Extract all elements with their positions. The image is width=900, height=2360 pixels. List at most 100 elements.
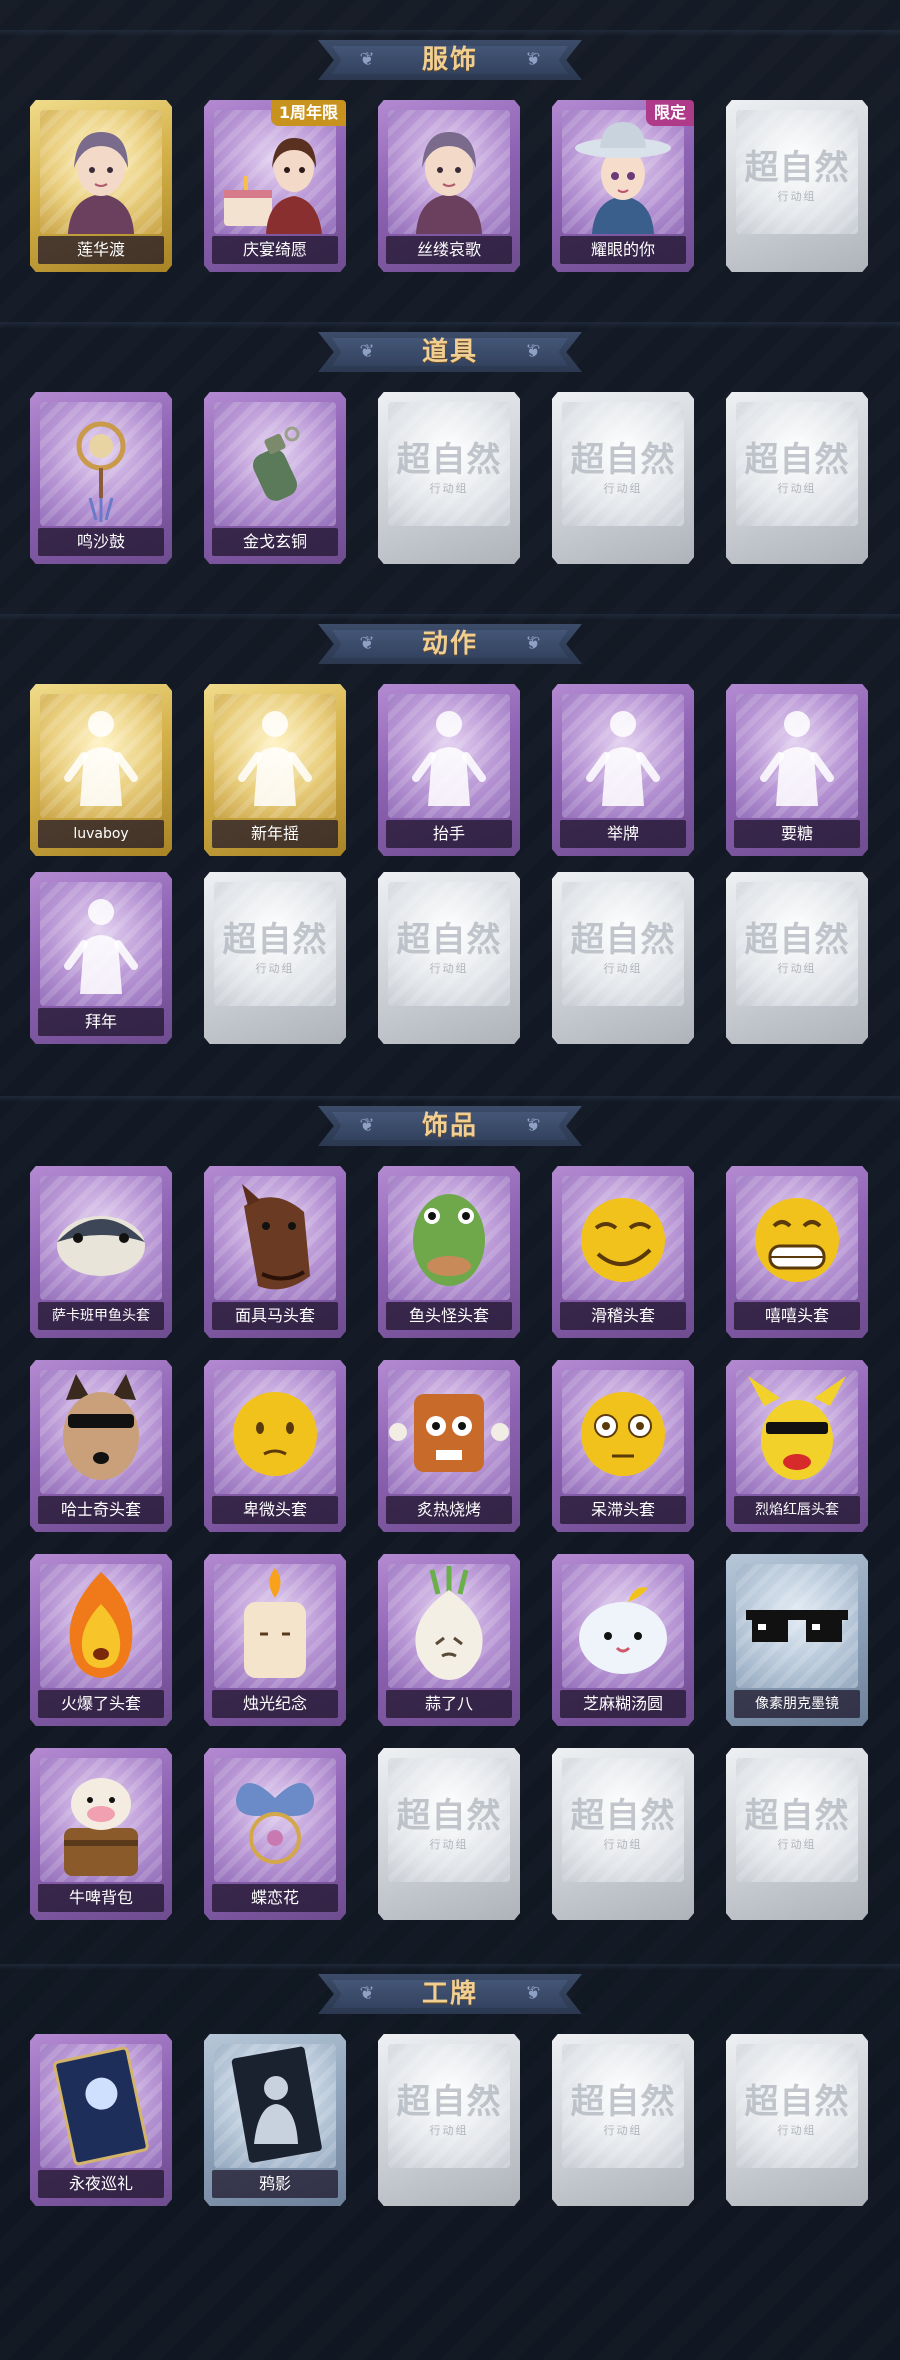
item-card[interactable]: 拜年 xyxy=(30,872,172,1044)
item-card[interactable]: 要糖 xyxy=(726,684,868,856)
item-card[interactable]: 新年摇 xyxy=(204,684,346,856)
locked-item-card[interactable]: 超自然 行动组 xyxy=(378,872,520,1044)
character-cake-icon xyxy=(224,138,322,234)
item-name: 庆宴绮愿 xyxy=(242,240,307,259)
label-bar: 莲华渡 xyxy=(38,236,164,264)
item-card[interactable]: 哈士奇头套 xyxy=(30,1360,172,1532)
locked-item-card[interactable]: 超自然 行动组 xyxy=(726,2034,868,2206)
item-name: 芝麻糊汤圆 xyxy=(582,1694,663,1713)
section-header: ❦ ❦ 饰品 xyxy=(318,1102,582,1150)
label-bar: 哈士奇头套 xyxy=(38,1496,164,1524)
section-title: 饰品 xyxy=(421,1111,478,1141)
placeholder-logo: 超自然 xyxy=(570,920,676,960)
pose-silhouette-icon xyxy=(412,711,486,806)
item-card[interactable]: 卑微头套 xyxy=(204,1360,346,1532)
label-bar: 牛啤背包 xyxy=(38,1884,164,1912)
placeholder-logo-subtitle: 行动组 xyxy=(777,1838,817,1851)
locked-item-card[interactable]: 超自然 行动组 xyxy=(552,1748,694,1920)
locked-item-card[interactable]: 超自然 行动组 xyxy=(378,1748,520,1920)
fire-head-icon xyxy=(69,1572,133,1678)
locked-item-card[interactable]: 超自然 行动组 xyxy=(552,392,694,564)
placeholder-logo-subtitle: 行动组 xyxy=(603,962,643,975)
card-artwork xyxy=(388,694,510,818)
fish-monster-head-icon xyxy=(413,1194,485,1286)
label-bar: 炙热烧烤 xyxy=(386,1496,512,1524)
item-card[interactable]: 永夜巡礼 xyxy=(30,2034,172,2206)
label-bar: 抬手 xyxy=(386,820,512,848)
item-card[interactable]: 炙热烧烤 xyxy=(378,1360,520,1532)
item-name: 耀眼的你 xyxy=(590,240,655,259)
card-artwork xyxy=(214,2044,336,2168)
label-bar: 拜年 xyxy=(38,1008,164,1036)
item-card[interactable]: 丝缕哀歌 xyxy=(378,100,520,272)
item-card[interactable]: 举牌 xyxy=(552,684,694,856)
item-card[interactable]: 金戈玄铜 xyxy=(204,392,346,564)
item-name: 鱼头怪头套 xyxy=(408,1306,489,1325)
card-artwork xyxy=(214,1176,336,1300)
placeholder-logo: 超自然 xyxy=(396,440,502,480)
placeholder-logo-subtitle: 行动组 xyxy=(255,962,295,975)
item-card[interactable]: 烛光纪念 xyxy=(204,1554,346,1726)
item-card[interactable]: 1周年限 庆宴绮愿 xyxy=(204,100,346,272)
item-card[interactable]: 滑稽头套 xyxy=(552,1166,694,1338)
item-card[interactable]: 呆滞头套 xyxy=(552,1360,694,1532)
placeholder-logo: 超自然 xyxy=(570,440,676,480)
section-title: 服饰 xyxy=(421,45,478,75)
locked-item-card[interactable]: 超自然 行动组 xyxy=(726,1748,868,1920)
card-artwork xyxy=(736,1564,858,1688)
item-card[interactable]: 萨卡班甲鱼头套 xyxy=(30,1166,172,1338)
section-header: ❦ ❦ 服饰 xyxy=(318,36,582,84)
locked-item-card[interactable]: 超自然 行动组 xyxy=(726,100,868,272)
placeholder-logo: 超自然 xyxy=(744,148,850,188)
garlic-head-icon xyxy=(415,1566,483,1680)
section-title: 道具 xyxy=(421,337,478,367)
placeholder-logo-subtitle: 行动组 xyxy=(429,1838,469,1851)
item-card[interactable]: 芝麻糊汤圆 xyxy=(552,1554,694,1726)
section-title: 工牌 xyxy=(421,1979,478,2009)
item-name: 拜年 xyxy=(84,1012,117,1031)
item-card[interactable]: 烈焰红唇头套 xyxy=(726,1360,868,1532)
item-card[interactable]: 面具马头套 xyxy=(204,1166,346,1338)
item-card[interactable]: 鸦影 xyxy=(204,2034,346,2206)
label-bar: 烛光纪念 xyxy=(212,1690,338,1718)
label-bar: 火爆了头套 xyxy=(38,1690,164,1718)
fish-head-icon xyxy=(57,1216,145,1276)
item-card[interactable]: 鱼头怪头套 xyxy=(378,1166,520,1338)
card-artwork xyxy=(388,1176,510,1300)
item-name: 火爆了头套 xyxy=(60,1694,141,1713)
item-card[interactable]: 蒜了八 xyxy=(378,1554,520,1726)
card-artwork: 超自然 行动组 xyxy=(562,882,684,1006)
item-card[interactable]: 限定 耀眼的你 xyxy=(552,100,694,272)
item-name: 金戈玄铜 xyxy=(242,532,307,551)
locked-item-card[interactable]: 超自然 行动组 xyxy=(378,392,520,564)
card-artwork: 超自然 行动组 xyxy=(736,2044,858,2168)
card-artwork xyxy=(562,1176,684,1300)
item-card[interactable]: 嘻嘻头套 xyxy=(726,1166,868,1338)
item-name: 鸣沙鼓 xyxy=(76,532,125,551)
locked-item-card[interactable]: 超自然 行动组 xyxy=(726,392,868,564)
label-bar: 蝶恋花 xyxy=(212,1884,338,1912)
locked-item-card[interactable]: 超自然 行动组 xyxy=(552,2034,694,2206)
item-card[interactable]: luvaboy xyxy=(30,684,172,856)
card-artwork xyxy=(40,402,162,526)
item-card[interactable]: 蝶恋花 xyxy=(204,1748,346,1920)
label-bar: 鸣沙鼓 xyxy=(38,528,164,556)
item-card[interactable]: 牛啤背包 xyxy=(30,1748,172,1920)
item-card[interactable]: 像素朋克墨镜 xyxy=(726,1554,868,1726)
locked-item-card[interactable]: 超自然 行动组 xyxy=(378,2034,520,2206)
locked-item-card[interactable]: 超自然 行动组 xyxy=(204,872,346,1044)
label-bar: 鸦影 xyxy=(212,2170,338,2198)
item-card[interactable]: 抬手 xyxy=(378,684,520,856)
card-artwork: 超自然 行动组 xyxy=(388,402,510,526)
item-card[interactable]: 火爆了头套 xyxy=(30,1554,172,1726)
item-name: 哈士奇头套 xyxy=(60,1500,141,1519)
placeholder-logo: 超自然 xyxy=(396,920,502,960)
item-card[interactable]: 莲华渡 xyxy=(30,100,172,272)
locked-item-card[interactable]: 超自然 行动组 xyxy=(726,872,868,1044)
locked-item-card[interactable]: 超自然 行动组 xyxy=(552,872,694,1044)
card-artwork: 超自然 行动组 xyxy=(736,1758,858,1882)
placeholder-logo-subtitle: 行动组 xyxy=(429,482,469,495)
item-card[interactable]: 鸣沙鼓 xyxy=(30,392,172,564)
item-name: 萨卡班甲鱼头套 xyxy=(52,1308,150,1324)
placeholder-logo: 超自然 xyxy=(744,1796,850,1836)
